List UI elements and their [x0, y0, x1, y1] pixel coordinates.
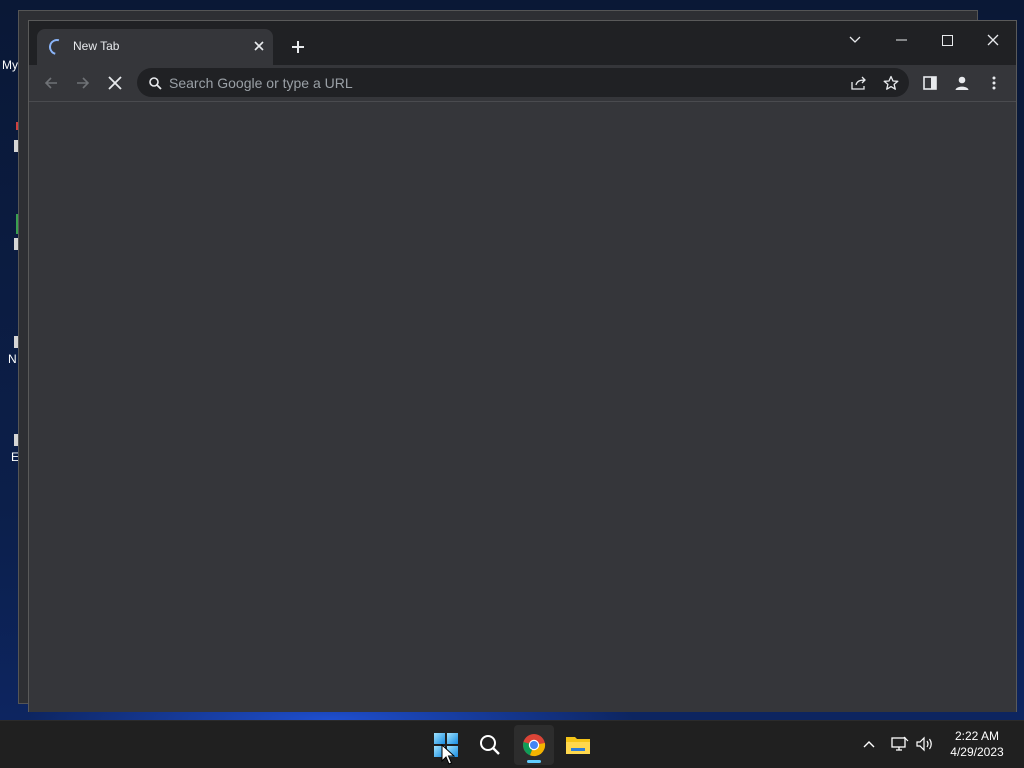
profile-icon	[955, 76, 969, 90]
side-panel-icon	[923, 76, 937, 90]
speaker-icon	[916, 736, 932, 752]
page-content[interactable]	[29, 101, 1016, 712]
minimize-button[interactable]	[878, 25, 924, 55]
search-icon	[141, 69, 169, 97]
taskbar: 2:22 AM 4/29/2023	[0, 720, 1024, 768]
volume-button[interactable]	[914, 733, 936, 755]
more-vert-icon	[992, 76, 996, 90]
desktop-icon-label[interactable]: My	[2, 58, 18, 72]
close-icon	[108, 76, 122, 90]
menu-button[interactable]	[980, 69, 1008, 97]
profile-button[interactable]	[948, 69, 976, 97]
browser-window: New Tab	[28, 20, 1017, 712]
search-icon	[480, 735, 500, 755]
show-hidden-icons-button[interactable]	[858, 733, 880, 755]
forward-button[interactable]	[69, 69, 97, 97]
taskbar-search-button[interactable]	[470, 725, 510, 765]
chevron-down-icon	[849, 36, 861, 43]
active-app-indicator	[527, 760, 541, 763]
close-window-button[interactable]	[970, 25, 1016, 55]
tab-close-button[interactable]	[249, 37, 269, 57]
network-icon	[891, 736, 909, 751]
arrow-right-icon	[77, 77, 90, 89]
omnibox[interactable]	[137, 68, 909, 97]
stop-loading-button[interactable]	[101, 69, 129, 97]
share-icon	[851, 76, 866, 90]
toolbar	[29, 65, 1016, 101]
star-icon	[883, 75, 899, 90]
side-panel-button[interactable]	[916, 69, 944, 97]
address-input[interactable]	[169, 68, 829, 97]
mouse-cursor-icon	[441, 744, 455, 765]
bookmark-button[interactable]	[877, 69, 905, 97]
close-icon	[254, 41, 264, 51]
network-button[interactable]	[889, 733, 911, 755]
minimize-icon	[895, 39, 907, 41]
folder-icon	[566, 737, 590, 754]
close-icon	[987, 34, 999, 46]
taskbar-chrome-button[interactable]	[514, 725, 554, 765]
tab-new-tab[interactable]: New Tab	[37, 29, 273, 65]
back-button[interactable]	[37, 69, 65, 97]
tab-search-button[interactable]	[832, 25, 878, 55]
chrome-icon	[523, 734, 546, 757]
loading-spinner-icon	[46, 36, 68, 58]
taskbar-file-explorer-button[interactable]	[558, 725, 598, 765]
arrow-left-icon	[44, 77, 57, 89]
new-tab-button[interactable]	[285, 34, 311, 60]
clock-date: 4/29/2023	[950, 745, 1004, 759]
plus-icon	[292, 41, 304, 53]
clock[interactable]: 2:22 AM 4/29/2023	[942, 728, 1012, 760]
chevron-up-icon	[863, 741, 875, 748]
share-button[interactable]	[845, 69, 873, 97]
maximize-button[interactable]	[924, 25, 970, 55]
desktop-icon-label[interactable]: N	[8, 352, 17, 366]
clock-time: 2:22 AM	[954, 729, 1000, 743]
maximize-icon	[941, 34, 953, 46]
tab-title: New Tab	[73, 39, 120, 53]
title-bar[interactable]: New Tab	[29, 21, 1016, 65]
